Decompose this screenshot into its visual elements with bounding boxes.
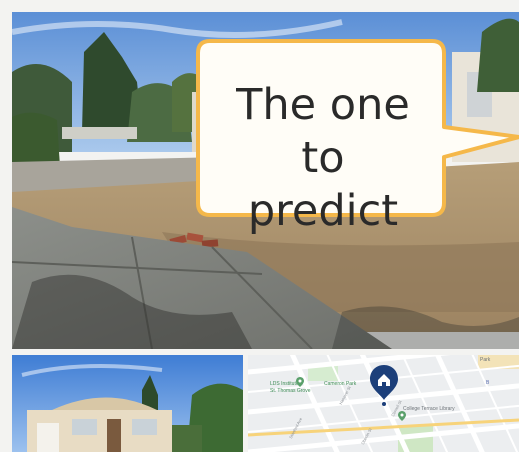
map-badge: B [486,380,490,386]
house-thumbnail-photo[interactable] [12,355,243,452]
callout-bubble: The one to predict [196,39,519,236]
library-pin-icon [398,411,406,421]
map-label-park: Cameron Park [324,381,357,387]
map-label-corner: Park [480,357,491,363]
map-label-institute: LDS Institute [270,381,299,387]
map-label-library: College Terrace Library [403,406,455,412]
location-pin-icon [296,377,304,387]
home-pin-icon[interactable] [369,364,399,408]
callout-line-1: The one to [236,80,410,183]
map-label-church: St. Thomas Grove [270,388,311,394]
house-photo-image [12,355,243,452]
map-thumbnail[interactable]: LDS Institute St. Thomas Grove Cameron P… [248,355,519,452]
callout-line-2: predict [247,186,399,236]
listing-image-collage: LDS Institute St. Thomas Grove Cameron P… [0,0,519,452]
callout-text: The one to predict [208,79,438,238]
